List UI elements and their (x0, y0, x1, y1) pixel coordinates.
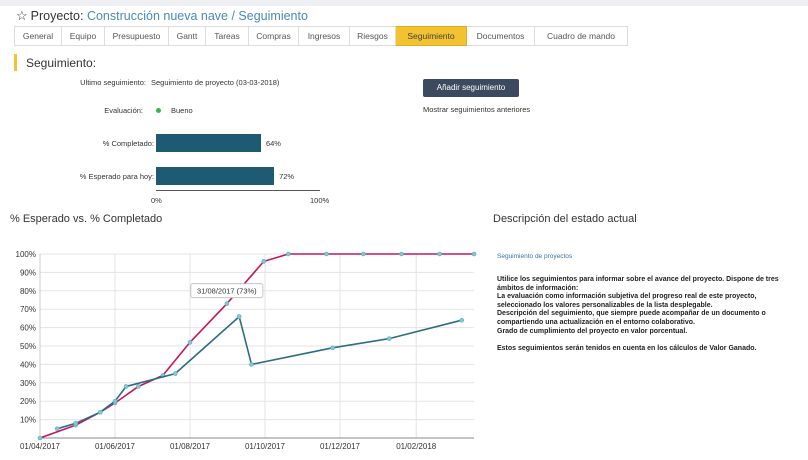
tab-equipo[interactable]: Equipo (62, 26, 105, 46)
description-line: La evaluación como información subjetiva… (497, 293, 757, 301)
tab-documentos[interactable]: Documentos (467, 26, 535, 46)
title-prefix: Proyecto: (30, 9, 84, 23)
expected-bar (156, 167, 275, 185)
x-tick-label: 01/08/2017 (170, 442, 211, 451)
completed-value: 64% (265, 139, 281, 148)
top-strip (0, 0, 808, 6)
progress-axis-line (156, 190, 320, 191)
series-point-0 (136, 384, 141, 389)
description-closing: Estos seguimientos serán tenidos en cuen… (497, 345, 757, 353)
evaluation-status-dot (156, 108, 161, 113)
series-point-0 (361, 251, 366, 257)
series-line-1 (56, 315, 462, 430)
section-title: Seguimiento: (26, 56, 97, 70)
series-point-0 (37, 435, 43, 441)
series-point-1 (236, 314, 242, 319)
series-point-0 (224, 301, 230, 306)
tab-cuadro-de-mando[interactable]: Cuadro de mando (535, 26, 628, 46)
tab-seguimiento[interactable]: Seguimiento (396, 26, 467, 46)
completed-label: % Completado: (102, 139, 154, 148)
y-tick-label: 90% (20, 268, 36, 277)
series-point-1 (97, 409, 103, 415)
tab-compras[interactable]: Compras (249, 26, 299, 46)
series-point-1 (249, 362, 254, 367)
line-chart-svg: 10% 20% 30% 40% 50% 60% 70% 80% 90% 100% 01/04/201… (16, 250, 477, 451)
evaluation-value: Bueno (171, 106, 193, 115)
y-tick-label: 60% (20, 324, 36, 333)
tab-presupuesto[interactable]: Presupuesto (105, 26, 169, 46)
y-tick-label: 100% (16, 250, 36, 259)
description-line: compartiendo una actualización en el ent… (497, 318, 695, 326)
description-line: Utilice los seguimientos para informar s… (497, 276, 779, 283)
tab-tareas[interactable]: Tareas (206, 26, 249, 46)
series-point-1 (123, 384, 129, 389)
x-tick-label: 01/06/2017 (95, 442, 136, 451)
series-point-1 (54, 426, 60, 432)
description-body: Utilice los seguimientos para informar s… (497, 276, 808, 354)
description-title: Descripción del estado actual (493, 213, 637, 225)
y-tick-label: 30% (20, 379, 36, 388)
tab-gantt[interactable]: Gantt (169, 26, 206, 46)
evaluation-label: Evaluación: (104, 106, 143, 115)
page-title: ☆ Proyecto: Construcción nueva nave / Seg… (16, 8, 308, 24)
x-tick-label: 01/12/2017 (320, 442, 361, 451)
chart-title: % Esperado vs. % Completado (10, 213, 163, 225)
description-subtitle: Seguimiento de proyectos (497, 253, 573, 260)
progress-axis-max: 100% (310, 196, 330, 205)
line-chart: 10% 20% 30% 40% 50% 60% 70% 80% 90% 100% 01/04/201… (0, 238, 490, 460)
x-tick-label: 01/10/2017 (245, 442, 286, 451)
series-point-0 (437, 251, 442, 257)
series-point-1 (172, 371, 178, 376)
last-followup-value: Seguimiento de proyecto (03-03-2018) (151, 78, 280, 87)
tab-general[interactable]: General (14, 26, 62, 46)
y-tick-label: 20% (20, 397, 36, 406)
series-point-1 (73, 420, 78, 426)
series-point-1 (459, 317, 465, 323)
y-tick-label: 80% (20, 287, 36, 296)
add-followup-button[interactable]: Añadir seguimiento (423, 79, 519, 97)
x-tick-label: 01/02/2018 (396, 442, 437, 451)
progress-axis-min: 0% (151, 196, 162, 205)
description-line: Descripción del seguimiento, que siempre… (497, 310, 766, 318)
series-point-0 (286, 251, 291, 257)
series-point-0 (399, 251, 404, 257)
y-tick-label: 70% (20, 305, 36, 314)
chart-tooltip-text: 31/08/2017 (73%) (197, 287, 257, 296)
series-point-0 (471, 251, 477, 257)
show-previous-followups-link[interactable]: Mostrar seguimientos anteriores (423, 105, 530, 114)
tab-ingresos[interactable]: Ingresos (299, 26, 350, 46)
project-breadcrumb-link[interactable]: Construcción nueva nave / Seguimiento (87, 9, 308, 23)
expected-value: 72% (279, 172, 295, 181)
last-followup-label: Ultimo seguimiento: (80, 78, 146, 87)
y-tick-label: 10% (20, 416, 36, 425)
star-outline-icon[interactable]: ☆ (16, 8, 28, 23)
series-point-1 (112, 398, 118, 404)
series-point-1 (330, 345, 335, 351)
tab-bar: General Equipo Presupuesto Gantt Tareas … (14, 26, 628, 46)
y-tick-label: 40% (20, 360, 36, 369)
section-accent-bar (14, 54, 17, 71)
series-point-0 (261, 259, 267, 264)
tab-riesgos[interactable]: Riesgos (350, 26, 396, 46)
x-tick-label: 01/04/2017 (20, 442, 61, 451)
series-point-0 (324, 251, 329, 257)
expected-label: % Esperado para hoy: (79, 172, 154, 181)
description-line: ámbitos de información: (497, 284, 579, 292)
series-point-0 (187, 340, 193, 345)
completed-bar (156, 134, 261, 152)
y-tick-label: 50% (20, 342, 36, 351)
description-line: Grado de cumplimiento del proyecto en va… (497, 327, 688, 335)
description-line: seleccionado los valores personalizables… (497, 301, 713, 309)
series-point-1 (386, 336, 392, 341)
